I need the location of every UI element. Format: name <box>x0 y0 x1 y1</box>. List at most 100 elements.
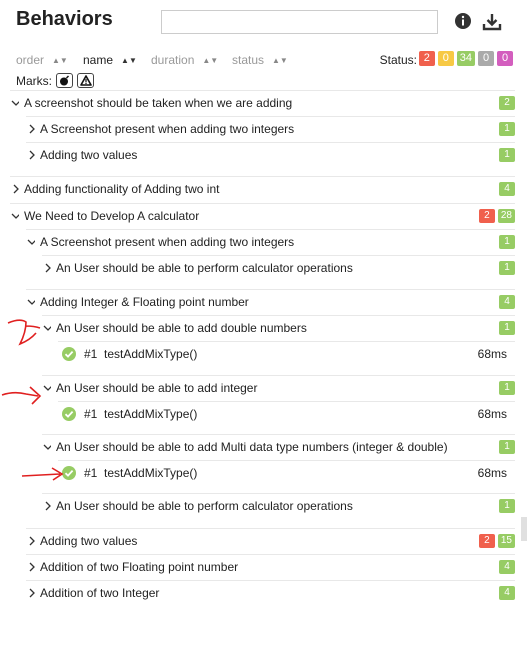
status-counts: 2 <box>499 96 515 110</box>
chevron-down-icon[interactable] <box>43 442 51 452</box>
tree-group-row[interactable]: An User should be able to add Multi data… <box>0 434 515 461</box>
tree-group-row[interactable]: Addition of two Floating point number 4 <box>0 554 515 581</box>
tree-group-row[interactable]: A Screenshot present when adding two int… <box>0 229 515 256</box>
chevron-right-icon[interactable] <box>43 501 51 511</box>
passed-count-badge: 1 <box>499 440 515 454</box>
marks-label: Marks: <box>16 73 52 88</box>
test-case-row[interactable]: #1 testAddMixType() 68ms <box>0 401 515 428</box>
sort-arrows-icon: ▲▼ <box>121 56 137 65</box>
chevron-down-icon[interactable] <box>11 98 19 108</box>
passed-count-badge: 4 <box>499 182 515 196</box>
status-skipped-badge[interactable]: 0 <box>478 51 494 66</box>
chevron-down-icon[interactable] <box>11 211 19 221</box>
status-unknown-badge[interactable]: 0 <box>497 51 513 66</box>
passed-count-badge: 4 <box>499 295 515 309</box>
chevron-down-icon[interactable] <box>43 323 51 333</box>
passed-count-badge: 4 <box>499 586 515 600</box>
row-divider <box>58 460 515 461</box>
status-counts: 1 <box>499 381 515 395</box>
row-divider <box>10 90 515 91</box>
row-divider <box>26 229 515 230</box>
test-number: #1 <box>84 407 98 421</box>
passed-count-badge: 1 <box>499 499 515 513</box>
tree-group-label: Adding Integer & Floating point number <box>40 295 249 309</box>
tree-group-label: An User should be able to perform calcul… <box>56 261 353 275</box>
test-name: testAddMixType() <box>104 466 198 480</box>
bomb-icon[interactable] <box>56 73 73 88</box>
tree-group-row[interactable]: Adding two values 1 <box>0 142 515 169</box>
tree-group-row[interactable]: An User should be able to perform calcul… <box>0 255 515 282</box>
tree-group-label: An User should be able to perform calcul… <box>56 499 353 513</box>
status-counts: 2 28 <box>478 209 515 223</box>
test-case-row[interactable]: #1 testAddMixType() 68ms <box>0 341 515 368</box>
tree-group-label: An User should be able to add double num… <box>56 321 307 335</box>
row-divider <box>26 289 515 290</box>
sort-order[interactable]: order ▲▼ <box>16 53 68 67</box>
chevron-down-icon[interactable] <box>27 237 35 247</box>
annotation-arrow <box>7 319 41 346</box>
tree-group-label: Addition of two Floating point number <box>40 560 239 574</box>
chevron-right-icon[interactable] <box>27 124 35 134</box>
status-counts: 2 15 <box>478 534 515 548</box>
status-counts: 1 <box>499 321 515 335</box>
tree-group-row[interactable]: Adding Integer & Floating point number 4 <box>0 289 515 316</box>
sort-order-label: order <box>16 53 45 67</box>
annotation-arrow <box>21 467 64 481</box>
info-icon[interactable] <box>454 12 474 32</box>
status-counts: 1 <box>499 122 515 136</box>
tree-group-row[interactable]: A screenshot should be taken when we are… <box>0 90 515 117</box>
row-divider <box>26 116 515 117</box>
sort-status-label: status <box>232 53 265 67</box>
sort-status[interactable]: status ▲▼ <box>232 53 288 67</box>
status-passed-badge[interactable]: 34 <box>456 51 475 66</box>
failed-count-badge: 2 <box>478 534 495 548</box>
passed-count-badge: 1 <box>499 122 515 136</box>
download-icon[interactable] <box>482 12 502 32</box>
chevron-right-icon[interactable] <box>27 588 35 598</box>
test-name: testAddMixType() <box>104 407 198 421</box>
row-divider <box>42 255 515 256</box>
tree-group-label: Adding two values <box>40 534 138 548</box>
tree-group-row[interactable]: An User should be able to perform calcul… <box>0 493 515 520</box>
tree-group-row[interactable]: Adding functionality of Adding two int 4 <box>0 176 515 203</box>
status-counts: 4 <box>499 586 515 600</box>
sort-duration[interactable]: duration ▲▼ <box>151 53 218 67</box>
tree-group-label: An User should be able to add integer <box>56 381 258 395</box>
sort-name-label: name <box>83 53 114 67</box>
annotation-arrow <box>1 386 42 405</box>
status-counts: 4 <box>499 560 515 574</box>
warning-icon[interactable] <box>77 73 94 88</box>
test-duration: 68ms <box>477 466 507 480</box>
search-input[interactable] <box>161 10 438 34</box>
tree-group-label: A Screenshot present when adding two int… <box>40 235 295 249</box>
test-duration: 68ms <box>477 347 507 361</box>
passed-count-badge: 1 <box>499 381 515 395</box>
chevron-right-icon[interactable] <box>27 536 35 546</box>
passed-check-icon <box>62 347 76 361</box>
chevron-right-icon[interactable] <box>43 263 51 273</box>
tree-group-row[interactable]: Adding two values 2 15 <box>0 528 515 555</box>
row-divider <box>26 528 515 529</box>
row-divider <box>10 203 515 204</box>
status-counts: 1 <box>499 235 515 249</box>
status-failed-badge[interactable]: 2 <box>418 51 435 66</box>
chevron-right-icon[interactable] <box>27 562 35 572</box>
tree-group-row[interactable]: Addition of two Integer 4 <box>0 580 515 607</box>
sort-name[interactable]: name ▲▼ <box>83 53 137 67</box>
scrollbar-thumb[interactable] <box>521 517 527 541</box>
chevron-down-icon[interactable] <box>27 297 35 307</box>
tree-group-row[interactable]: An User should be able to add integer 1 <box>0 375 515 402</box>
row-divider <box>58 401 515 402</box>
tree-group-row[interactable]: A Screenshot present when adding two int… <box>0 116 515 143</box>
tree-group-row[interactable]: An User should be able to add double num… <box>0 315 515 342</box>
row-divider <box>10 176 515 177</box>
failed-count-badge: 2 <box>478 209 495 223</box>
status-broken-badge[interactable]: 0 <box>437 51 454 66</box>
test-number: #1 <box>84 466 98 480</box>
tree-group-row[interactable]: We Need to Develop A calculator 2 28 <box>0 203 515 230</box>
test-case-row[interactable]: #1 testAddMixType() 68ms <box>0 460 515 487</box>
test-number: #1 <box>84 347 98 361</box>
chevron-right-icon[interactable] <box>27 150 35 160</box>
sort-arrows-icon: ▲▼ <box>202 56 219 65</box>
chevron-right-icon[interactable] <box>11 184 19 194</box>
